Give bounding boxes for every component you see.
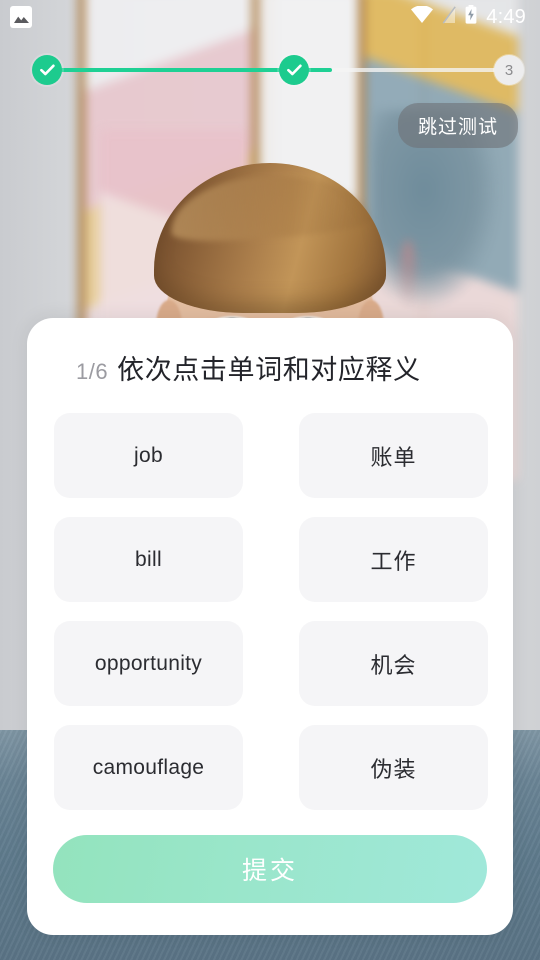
signal-off-icon: [442, 5, 457, 29]
word-tile-jihui[interactable]: 机会: [299, 621, 488, 706]
progress-step-2[interactable]: [279, 55, 309, 85]
status-bar: 4:49: [0, 0, 540, 34]
photo-icon: [10, 6, 32, 28]
wifi-icon: [411, 5, 434, 28]
check-icon: [39, 64, 55, 76]
progress-stepper: 3: [24, 53, 524, 87]
word-tile-zhangdan[interactable]: 账单: [299, 413, 488, 498]
question-counter: 1/6: [76, 359, 109, 384]
progress-step-3-label: 3: [504, 61, 514, 79]
progress-track: [46, 68, 500, 72]
word-tile-camouflage[interactable]: camouflage: [54, 725, 243, 810]
status-bar-right: 4:49: [411, 5, 526, 29]
word-tile-gongzuo[interactable]: 工作: [299, 517, 488, 602]
word-match-grid: job 账单 bill 工作 opportunity 机会 camouflage…: [53, 413, 488, 810]
word-tile-opportunity[interactable]: opportunity: [54, 621, 243, 706]
status-bar-left: [10, 6, 32, 28]
submit-button[interactable]: 提交: [53, 835, 487, 903]
quiz-card: 1/6 依次点击单词和对应释义 job 账单 bill 工作 opportuni…: [27, 318, 513, 935]
progress-step-3[interactable]: 3: [494, 55, 524, 85]
skip-test-button[interactable]: 跳过测试: [397, 103, 518, 148]
check-icon: [286, 64, 302, 76]
wall-art-accent: [400, 240, 416, 310]
page-title: 依次点击单词和对应释义: [117, 355, 421, 385]
app-screen: 4:49 3 跳过测试 1/6 依次点击单词和对应释义 job 账单 bill …: [0, 0, 540, 960]
quiz-card-header: 1/6 依次点击单词和对应释义: [53, 348, 487, 387]
word-tile-weizhuang[interactable]: 伪装: [299, 725, 488, 810]
progress-step-1[interactable]: [32, 55, 62, 85]
word-tile-job[interactable]: job: [54, 413, 243, 498]
battery-charging-icon: [465, 5, 477, 29]
clock-label: 4:49: [486, 6, 526, 28]
word-tile-bill[interactable]: bill: [54, 517, 243, 602]
